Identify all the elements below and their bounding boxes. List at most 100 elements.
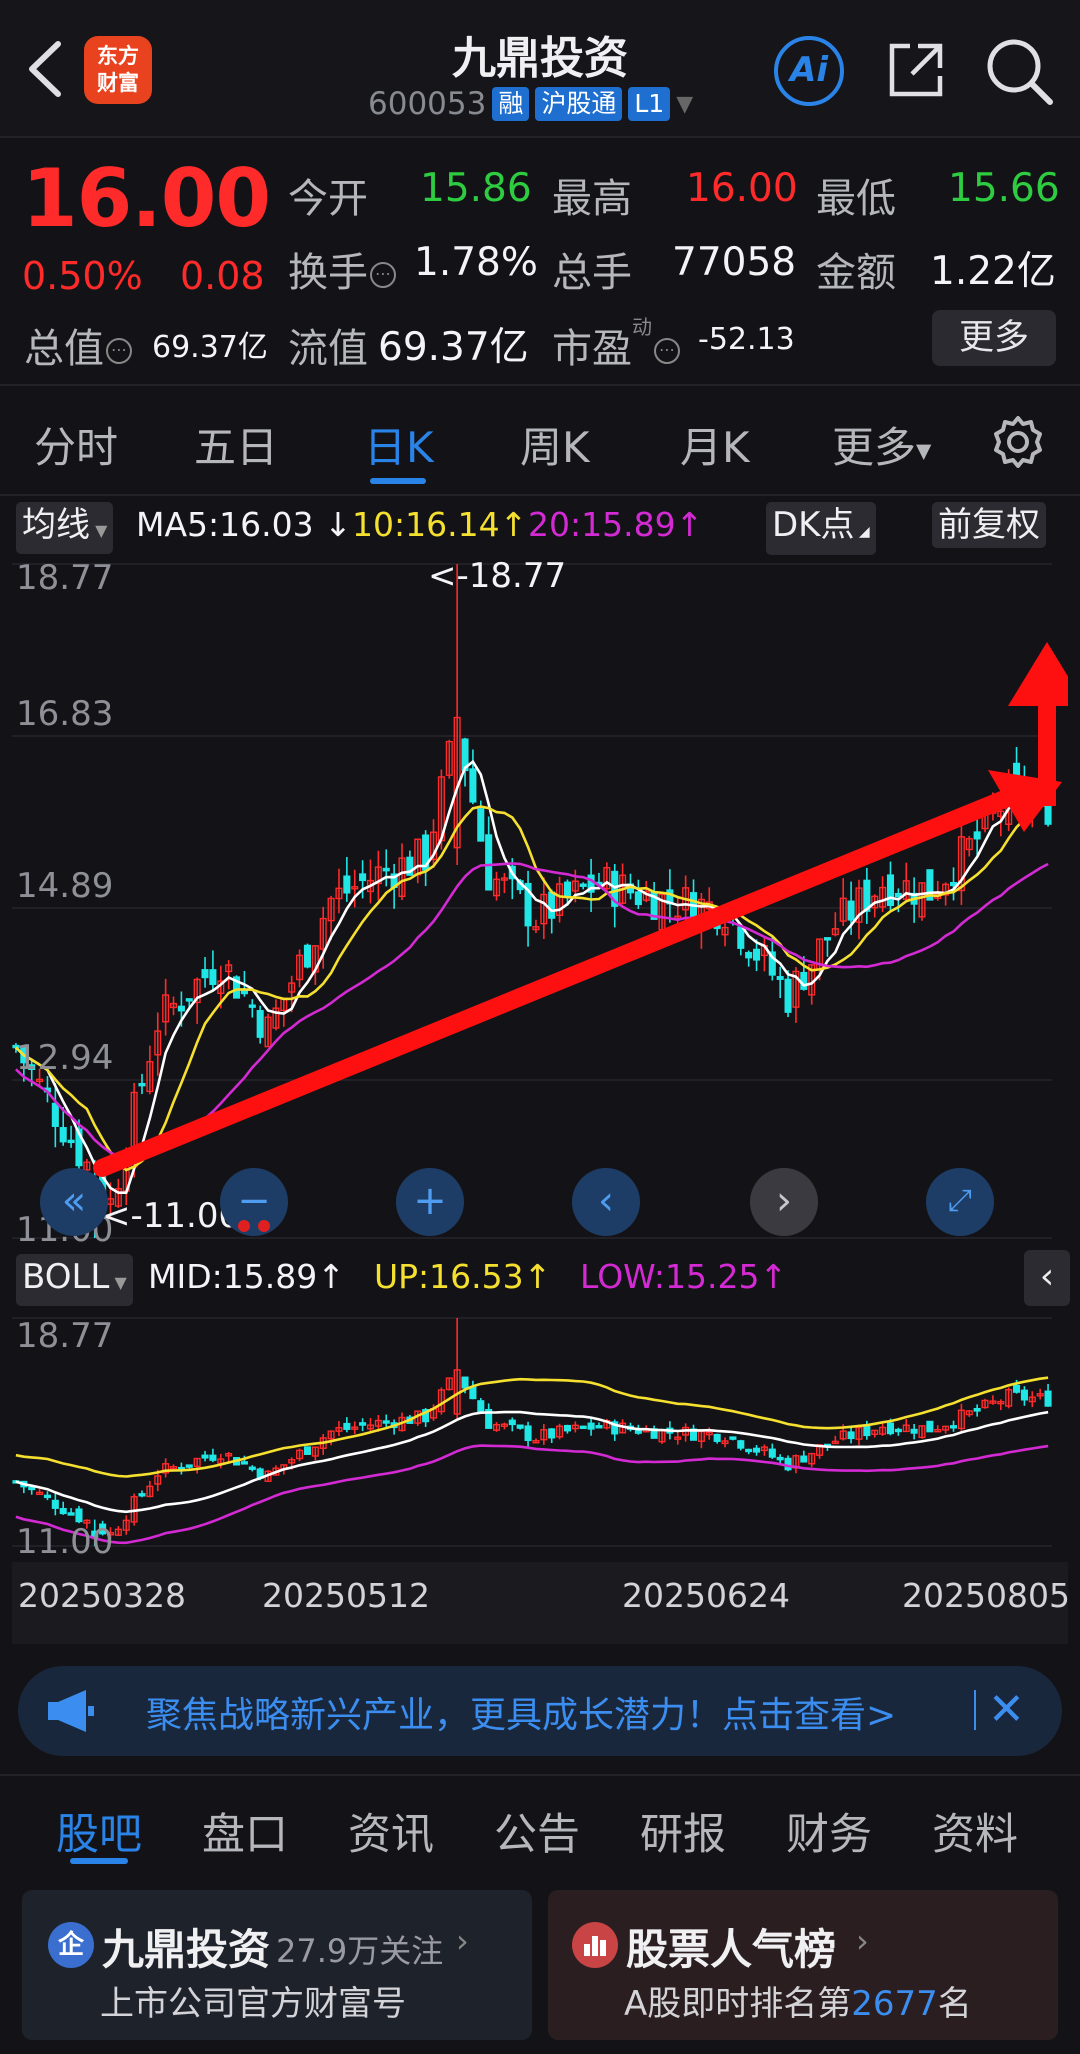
tab-monthly-k[interactable]: 月K (680, 414, 750, 475)
tab-weekly-k[interactable]: 周K (520, 414, 590, 475)
search-icon[interactable] (984, 36, 1054, 106)
candle-body (343, 875, 351, 894)
candle-body (579, 883, 587, 887)
kline-chart[interactable] (12, 556, 1068, 1246)
banner-divider (974, 1690, 976, 1730)
price-adjust-button[interactable]: 前复权 (932, 502, 1046, 548)
settings-gear-icon[interactable] (990, 414, 1046, 470)
info-icon: ⋯ (370, 262, 396, 288)
scroll-start-icon[interactable]: « (40, 1168, 108, 1236)
pan-right-icon[interactable]: › (750, 1168, 818, 1236)
candle-body (67, 1139, 75, 1144)
boll-selector[interactable]: BOLL ▼ (16, 1254, 133, 1306)
candle-body (303, 944, 311, 968)
candle-body (776, 976, 784, 980)
candle-body (359, 873, 367, 882)
y-tick-top: 18.77 (16, 558, 114, 598)
tab-daily-k[interactable]: 日K (364, 414, 434, 475)
stock-code: 600053 (368, 86, 487, 122)
date-tick-4: 20250805 (902, 1576, 1070, 1615)
boll-lines (15, 1376, 1049, 1545)
candle-body (768, 1448, 776, 1458)
amount-label: 金额 (816, 250, 896, 296)
trend-arrow (93, 642, 1068, 1177)
up-arrow-head (1008, 642, 1068, 706)
tab-five-day[interactable]: 五日 (194, 414, 278, 475)
company-card-subtitle: 上市公司官方财富号 (100, 1984, 406, 2024)
candle-body (1013, 1384, 1021, 1393)
volume-value: 77058 (672, 240, 797, 285)
close-icon[interactable]: ✕ (988, 1684, 1025, 1735)
candle-body (209, 1454, 217, 1461)
pe-label[interactable]: 市盈动⋯ (552, 314, 680, 374)
tab-research[interactable]: 研报 (640, 1800, 726, 1862)
banner-text[interactable]: 聚焦战略新兴产业，更具成长潜力！点击查看> (146, 1686, 896, 1738)
event-dot (238, 1220, 250, 1232)
candle-body (303, 1446, 311, 1455)
tab-guba[interactable]: 股吧 (56, 1800, 142, 1862)
candle-body (240, 1461, 248, 1465)
tab-profile[interactable]: 资料 (932, 1800, 1018, 1862)
tab-finance[interactable]: 财务 (786, 1800, 872, 1862)
tab-more[interactable]: 更多▼ (832, 414, 931, 475)
open-label: 今开 (288, 176, 368, 222)
back-arrow-icon[interactable] (22, 38, 72, 100)
app-logo: 东方 财富 (84, 36, 152, 104)
candle-body (579, 1425, 587, 1430)
tab-intraday[interactable]: 分时 (34, 414, 118, 475)
candle-body (524, 1425, 532, 1442)
float-cap-label: 流值 (288, 326, 368, 372)
candle-body (926, 1420, 934, 1433)
candle-body (729, 1436, 737, 1440)
pe-dynamic-mark: 动 (632, 314, 652, 339)
stock-code-row[interactable]: 600053 融 沪股通 L1 ▼ (368, 84, 693, 124)
y-tick-3: 14.89 (16, 866, 114, 906)
more-quote-button[interactable]: 更多 (932, 310, 1056, 366)
candle-body (713, 1433, 721, 1442)
popularity-rank-text: A股即时排名第2677名 (624, 1984, 972, 2024)
megaphone-icon (46, 1688, 98, 1734)
candle-body (382, 1420, 390, 1424)
dropdown-triangle-icon: ▼ (90, 521, 108, 540)
dk-point-button[interactable]: DK点 ◢ (766, 502, 876, 555)
boll-mid-value: MID:15.89↑ (148, 1257, 345, 1296)
candle-body (745, 1448, 753, 1453)
tab-announcements[interactable]: 公告 (494, 1800, 580, 1862)
fullscreen-icon[interactable]: ⤢ (926, 1168, 994, 1236)
turnover-label[interactable]: 换手 ⋯ (288, 240, 396, 298)
candle-body (973, 1407, 981, 1412)
candle-body (847, 1431, 855, 1440)
share-icon[interactable] (884, 38, 948, 102)
candle-body (800, 1455, 808, 1463)
tab-pankou[interactable]: 盘口 (202, 1800, 288, 1862)
candle-body (886, 874, 895, 907)
candle-body (59, 1127, 67, 1143)
boll-y-tick-bottom: 11.00 (16, 1522, 114, 1562)
high-annotation: <-18.77 (428, 556, 567, 596)
ma-selector[interactable]: 均线 ▼ (16, 502, 114, 554)
pan-left-icon[interactable]: ‹ (572, 1168, 640, 1236)
candle-body (343, 1422, 351, 1430)
boll-chart[interactable] (12, 1308, 1068, 1556)
tab-news[interactable]: 资讯 (348, 1800, 434, 1862)
candle-body (595, 1425, 603, 1429)
follower-count: 27.9万关注 (276, 1932, 444, 1970)
collapse-panel-icon[interactable]: ‹ (1024, 1250, 1070, 1306)
candle-body (563, 881, 571, 898)
candle-body (823, 937, 831, 941)
candle-body (634, 891, 642, 906)
zoom-out-icon[interactable]: − (220, 1168, 288, 1236)
candle-body (894, 892, 902, 898)
candle-body (185, 1464, 193, 1468)
change-percent: 0.50% (22, 254, 143, 298)
zoom-in-icon[interactable]: + (396, 1168, 464, 1236)
boll-low-line (15, 1444, 1049, 1545)
candle-body (209, 969, 217, 985)
candle-body (28, 1486, 36, 1491)
boll-low-value: LOW:15.25↑ (580, 1257, 788, 1296)
ai-button[interactable]: Ai (774, 36, 844, 106)
pe-value: -52.13 (698, 322, 795, 357)
mktcap-label[interactable]: 总值 ⋯ (24, 316, 132, 374)
chevron-right-icon: › (456, 1922, 469, 1960)
ma5-line (15, 759, 1050, 1195)
